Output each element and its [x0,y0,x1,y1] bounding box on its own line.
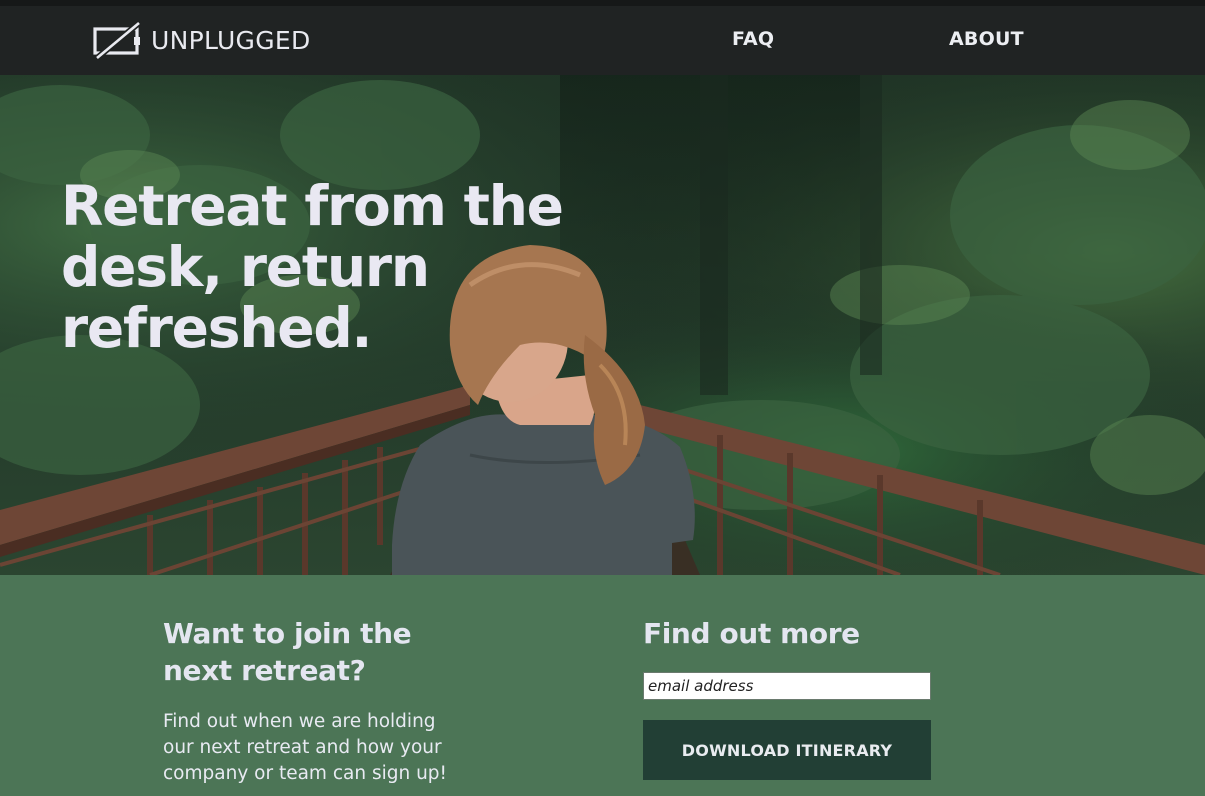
site-header: UNPLUGGED FAQ ABOUT [0,6,1205,75]
email-input[interactable] [643,672,931,700]
signup-section: Want to join the next retreat? Find out … [0,575,1205,796]
unplugged-logo-icon [93,20,141,60]
nav-about-link[interactable]: ABOUT [949,28,1024,50]
hero-section: Retreat from the desk, return refreshed. [0,75,1205,575]
find-out-more-heading: Find out more [643,617,860,650]
join-retreat-heading: Want to join the next retreat? [163,617,412,687]
hero-title: Retreat from the desk, return refreshed. [61,174,564,360]
brand-logo[interactable]: UNPLUGGED [93,20,311,60]
download-itinerary-button[interactable]: DOWNLOAD ITINERARY [643,720,931,780]
nav-faq-link[interactable]: FAQ [732,28,774,50]
join-retreat-text: Find out when we are holding our next re… [163,711,447,784]
brand-name: UNPLUGGED [151,25,311,55]
